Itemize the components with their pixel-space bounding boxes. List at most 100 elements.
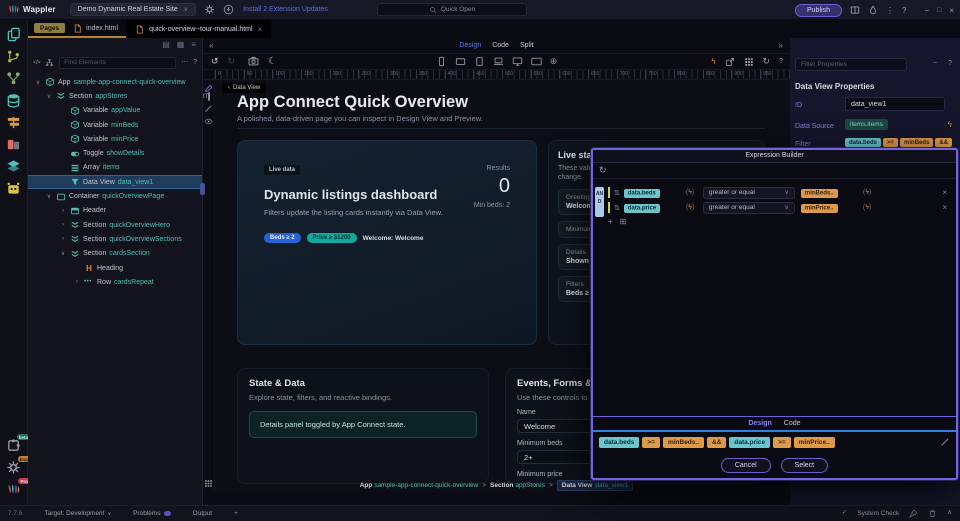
capsule-tool-icon[interactable]: [208, 92, 210, 101]
close-window-button[interactable]: ×: [949, 6, 954, 15]
value-chip[interactable]: minBeds..: [801, 189, 838, 198]
breadcrumb-section[interactable]: Section appStores: [490, 482, 545, 489]
chevron-up-icon[interactable]: ∧: [947, 510, 952, 517]
sidebar-item-extensions[interactable]: beta: [6, 438, 21, 453]
cleanup-broom-icon[interactable]: [909, 509, 918, 518]
output-button[interactable]: Output: [193, 510, 213, 517]
tree-item-array-items[interactable]: Arrayitems: [28, 161, 202, 175]
add-group-icon[interactable]: ⊞: [620, 217, 627, 226]
tree-item-section-sections[interactable]: ›SectionquickOverviewSections: [28, 232, 202, 246]
help-icon[interactable]: ?: [193, 59, 197, 66]
drag-handle-icon[interactable]: ⇅: [614, 189, 620, 197]
filter-properties-input[interactable]: [795, 58, 907, 71]
device-tv-icon[interactable]: [531, 56, 542, 67]
tab-design[interactable]: Design: [748, 420, 771, 427]
sidebar-item-settings[interactable]: Exp: [6, 460, 21, 475]
settings-gear-icon[interactable]: [204, 4, 215, 15]
eye-visibility-icon[interactable]: [204, 117, 213, 126]
dynamic-picker-icon[interactable]: (ϟ): [686, 189, 703, 196]
sidebar-item-pages[interactable]: [6, 27, 21, 42]
help-icon[interactable]: ?: [902, 6, 906, 15]
download-updates-icon[interactable]: [223, 4, 234, 15]
tree-item-variable-appvalue[interactable]: VariableappValue: [28, 104, 202, 118]
help-icon[interactable]: ?: [948, 60, 952, 67]
system-check-label[interactable]: System Check: [857, 510, 899, 517]
tree-item-row-cardsrepeat[interactable]: ›•••RowcardsRepeat: [28, 275, 202, 289]
device-tablet-landscape-icon[interactable]: [455, 56, 466, 67]
tree-item-app[interactable]: ∨Appsample-app-connect-quick-overview: [28, 75, 202, 89]
select-button[interactable]: Select: [781, 458, 828, 473]
back-breadcrumb-chip[interactable]: ‹ Data View: [222, 83, 266, 93]
device-phone-icon[interactable]: [436, 56, 447, 67]
dynamic-picker-icon[interactable]: (ϟ): [863, 204, 880, 211]
panel-tool-b-icon[interactable]: ▦: [177, 41, 185, 49]
device-laptop-icon[interactable]: [493, 56, 504, 67]
refresh-icon[interactable]: ↻: [599, 165, 607, 176]
code-view-icon[interactable]: </>: [33, 60, 40, 66]
publish-button[interactable]: Publish: [795, 4, 842, 17]
sidebar-item-workflows[interactable]: [6, 71, 21, 86]
tab-code[interactable]: Code: [492, 42, 509, 49]
field-chip[interactable]: data.beds: [624, 189, 660, 198]
tree-item-section-hero[interactable]: ›SectionquickOverviewHero: [28, 218, 202, 232]
device-desktop-icon[interactable]: [512, 56, 523, 67]
sidebar-item-design[interactable]: [6, 137, 21, 152]
tree-item-section-cards[interactable]: ∨SectioncardsSection: [28, 247, 202, 261]
sidebar-item-git[interactable]: [6, 49, 21, 64]
add-condition-icon[interactable]: +: [608, 217, 613, 226]
responsive-move-icon[interactable]: ⊕: [550, 57, 558, 66]
dynamic-picker-icon[interactable]: (ϟ): [863, 189, 880, 196]
sidebar-item-wappler-pro[interactable]: Pro: [6, 482, 21, 497]
format-wand-icon[interactable]: [940, 437, 950, 447]
project-selector[interactable]: Demo Dynamic Real Estate Site ∨: [70, 3, 196, 16]
maximize-button[interactable]: □: [937, 7, 941, 14]
install-updates-link[interactable]: Install 2 Extension Updates: [243, 6, 328, 13]
cancel-button[interactable]: Cancel: [721, 458, 771, 473]
tree-item-variable-minprice[interactable]: VariableminPrice: [28, 132, 202, 146]
tree-item-variable-minbeds[interactable]: VariableminBeds: [28, 118, 202, 132]
target-selector[interactable]: Target: Development ∨: [44, 510, 111, 517]
close-tab-icon[interactable]: ×: [258, 25, 263, 34]
wand-tool-icon[interactable]: [204, 104, 213, 113]
tree-item-toggle-showdetails[interactable]: ToggleshowDetails: [28, 146, 202, 160]
layout-columns-icon[interactable]: [850, 5, 860, 15]
data-source-chip[interactable]: items.items: [845, 119, 888, 130]
breadcrumb-dataview-chip[interactable]: Data View data_view1: [557, 480, 633, 491]
tab-code[interactable]: Code: [784, 420, 801, 427]
filter-expression-chips[interactable]: data.beds >= minBeds &&: [845, 138, 952, 147]
structure-icon[interactable]: [45, 58, 54, 67]
device-tablet-icon[interactable]: [474, 56, 485, 67]
panel-tool-c-icon[interactable]: ≡: [191, 41, 196, 49]
operator-select[interactable]: greater or equal∨: [703, 187, 795, 199]
collapse-panel-icon[interactable]: −: [933, 60, 937, 67]
sidebar-item-styles[interactable]: [6, 115, 21, 130]
pages-badge[interactable]: Pages: [34, 23, 65, 33]
more-options-icon[interactable]: ⋯: [181, 59, 188, 66]
drag-handle-icon[interactable]: ⇅: [614, 204, 620, 212]
tab-quick-overview-active[interactable]: quick-overview--tour-manual.html ×: [126, 20, 271, 38]
tab-split[interactable]: Split: [520, 42, 534, 49]
operator-select[interactable]: greater or equal∨: [703, 202, 795, 214]
theme-droplet-icon[interactable]: [868, 5, 878, 15]
field-chip[interactable]: data.price: [624, 204, 660, 213]
find-elements-input[interactable]: [59, 57, 176, 69]
sidebar-item-ai-assistant[interactable]: [6, 181, 21, 196]
trash-icon[interactable]: [928, 509, 937, 518]
sidebar-item-layers[interactable]: [6, 159, 21, 174]
add-panel-button[interactable]: +: [234, 510, 238, 517]
tree-item-dataview-selected[interactable]: Data Viewdata_view1: [28, 175, 202, 189]
dynamic-picker-icon[interactable]: (ϟ): [686, 204, 703, 211]
id-input[interactable]: [845, 97, 945, 111]
tree-item-section-appstores[interactable]: ∨SectionappStores: [28, 89, 202, 103]
remove-condition-icon[interactable]: ×: [942, 188, 947, 197]
kebab-menu-icon[interactable]: ⋮: [886, 6, 894, 15]
remove-condition-icon[interactable]: ×: [942, 203, 947, 212]
sidebar-item-database[interactable]: [6, 93, 21, 108]
value-chip[interactable]: minPrice..: [801, 204, 838, 213]
panel-tool-a-icon[interactable]: ▤: [162, 41, 170, 49]
problems-button[interactable]: Problems: [133, 510, 170, 517]
and-group-badge[interactable]: AND: [595, 187, 604, 217]
tab-index-html[interactable]: index.html: [73, 24, 118, 33]
tree-item-header[interactable]: ›Header: [28, 204, 202, 218]
tree-item-container[interactable]: ∨ContainerquickOverviewPage: [28, 189, 202, 203]
